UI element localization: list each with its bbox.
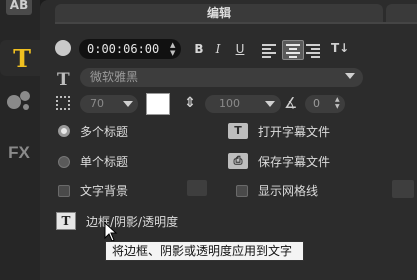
text-direction-button[interactable]: T↓ <box>331 41 349 55</box>
align-right-button[interactable] <box>306 44 322 58</box>
fx-label: FX <box>8 143 30 162</box>
text-overlay-tool[interactable]: AB <box>3 0 35 20</box>
tooltip: 将边框、阴影或透明度应用到文字 <box>105 241 304 261</box>
title-t-icon: T <box>13 43 31 73</box>
fx-tool[interactable]: FX <box>3 138 35 168</box>
open-subtitle-button[interactable]: 打开字幕文件 <box>258 123 330 140</box>
border-shadow-icon[interactable]: T <box>56 212 76 230</box>
rotation-angle-icon: ∡ <box>284 94 298 112</box>
align-center-button[interactable] <box>282 40 304 60</box>
particle-effects-tool[interactable] <box>3 85 35 115</box>
text-background-checkbox[interactable] <box>58 185 70 197</box>
border-shadow-transparency-button[interactable]: 边框/阴影/透明度 <box>86 213 178 230</box>
edit-tab[interactable]: 编辑 <box>55 4 383 22</box>
show-grid-checkbox[interactable] <box>236 185 248 197</box>
mouse-cursor-icon <box>104 222 118 242</box>
single-title-radio[interactable] <box>58 156 70 168</box>
chevron-down-icon <box>345 73 355 79</box>
duration-timecode-input[interactable]: 0:00:06:00 <box>79 39 181 59</box>
clock-icon <box>55 40 71 56</box>
ab-icon: AB <box>6 0 32 15</box>
timecode-spinner[interactable]: ▲ ▼ <box>170 41 175 57</box>
line-spacing-icon: ⇕ <box>184 95 196 111</box>
multi-title-label[interactable]: 多个标题 <box>80 123 128 140</box>
font-icon: T <box>57 70 70 90</box>
save-subtitle-icon[interactable]: ⎙ <box>228 153 248 169</box>
grid-settings-icon[interactable] <box>392 180 414 198</box>
italic-button[interactable]: I <box>212 41 224 57</box>
text-color-swatch[interactable] <box>146 93 170 115</box>
particles-icon <box>7 91 30 110</box>
bold-button[interactable]: B <box>192 41 206 57</box>
underline-button[interactable]: U <box>234 41 246 57</box>
font-family-dropdown[interactable]: 微软雅黑 <box>80 68 363 87</box>
secondary-tab[interactable] <box>386 4 417 22</box>
show-grid-label[interactable]: 显示网格线 <box>258 182 318 199</box>
align-left-button[interactable] <box>262 44 278 58</box>
chevron-down-icon <box>123 101 133 107</box>
text-background-settings-icon[interactable] <box>187 180 207 196</box>
text-background-label[interactable]: 文字背景 <box>80 182 128 199</box>
multi-title-radio[interactable] <box>58 125 70 137</box>
save-subtitle-button[interactable]: 保存字幕文件 <box>258 153 330 170</box>
open-subtitle-icon[interactable]: T <box>228 123 248 139</box>
header-divider <box>55 22 417 24</box>
title-tool[interactable]: T <box>0 40 44 76</box>
chevron-down-icon <box>265 101 275 107</box>
single-title-label[interactable]: 单个标题 <box>80 153 128 170</box>
angle-spinner[interactable]: ▲ ▼ <box>335 96 340 110</box>
font-size-icon <box>56 96 70 110</box>
